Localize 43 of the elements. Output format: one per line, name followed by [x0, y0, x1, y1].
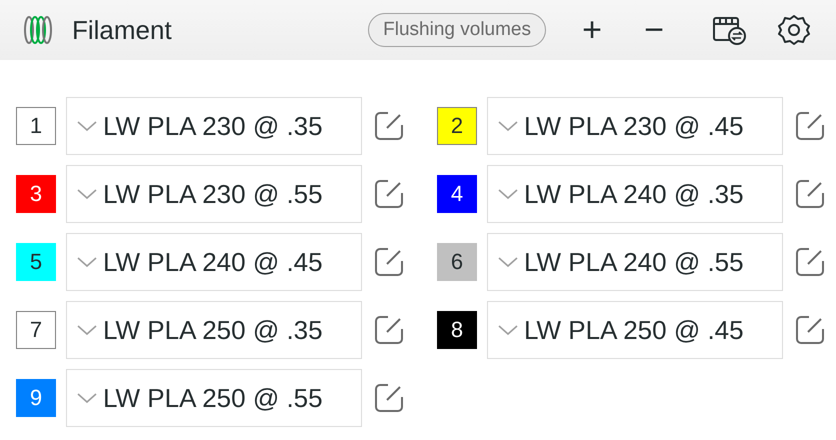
- filament-number-badge[interactable]: 5: [16, 243, 56, 281]
- preset-dropdown[interactable]: LW PLA 230 @ .45: [487, 97, 783, 155]
- preset-dropdown[interactable]: LW PLA 240 @ .35: [487, 165, 783, 223]
- chevron-down-icon: [498, 188, 518, 200]
- filament-spool-icon: [22, 15, 54, 45]
- add-button[interactable]: +: [572, 13, 612, 47]
- chevron-down-icon: [77, 120, 97, 132]
- filament-number-badge[interactable]: 7: [16, 311, 56, 349]
- filament-number-badge[interactable]: 6: [437, 243, 477, 281]
- preset-dropdown[interactable]: LW PLA 250 @ .35: [66, 301, 362, 359]
- edit-icon[interactable]: [374, 383, 404, 413]
- settings-icon[interactable]: [778, 14, 810, 46]
- edit-icon[interactable]: [795, 111, 825, 141]
- chevron-down-icon: [498, 324, 518, 336]
- chevron-down-icon: [77, 324, 97, 336]
- edit-icon[interactable]: [795, 247, 825, 277]
- preset-dropdown[interactable]: LW PLA 250 @ .45: [487, 301, 783, 359]
- filament-number-badge[interactable]: 2: [437, 107, 477, 145]
- filament-number-badge[interactable]: 1: [16, 107, 56, 145]
- chevron-down-icon: [77, 188, 97, 200]
- chevron-down-icon: [498, 256, 518, 268]
- edit-icon[interactable]: [374, 315, 404, 345]
- preset-dropdown[interactable]: LW PLA 240 @ .45: [66, 233, 362, 291]
- chevron-down-icon: [498, 120, 518, 132]
- edit-icon[interactable]: [374, 179, 404, 209]
- filament-number-badge[interactable]: 9: [16, 379, 56, 417]
- filament-number-badge[interactable]: 8: [437, 311, 477, 349]
- preset-dropdown[interactable]: LW PLA 240 @ .55: [487, 233, 783, 291]
- edit-icon[interactable]: [374, 247, 404, 277]
- remove-button[interactable]: −: [634, 13, 674, 47]
- preset-dropdown[interactable]: LW PLA 230 @ .35: [66, 97, 362, 155]
- filament-sync-icon[interactable]: [712, 14, 748, 46]
- panel-title: Filament: [72, 14, 173, 46]
- chevron-down-icon: [77, 392, 97, 404]
- preset-dropdown[interactable]: LW PLA 230 @ .55: [66, 165, 362, 223]
- edit-icon[interactable]: [795, 179, 825, 209]
- chevron-down-icon: [77, 256, 97, 268]
- edit-icon[interactable]: [374, 111, 404, 141]
- preset-dropdown[interactable]: LW PLA 250 @ .55: [66, 369, 362, 427]
- edit-icon[interactable]: [795, 315, 825, 345]
- filament-number-badge[interactable]: 3: [16, 175, 56, 213]
- flushing-volumes-button[interactable]: Flushing volumes: [368, 13, 546, 47]
- filament-number-badge[interactable]: 4: [437, 175, 477, 213]
